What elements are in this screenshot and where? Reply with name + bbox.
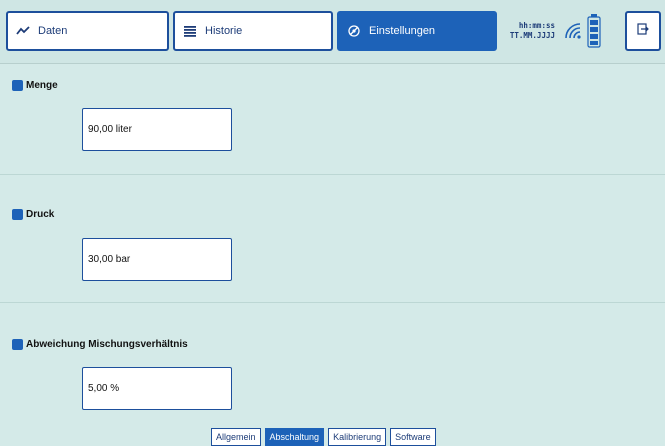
druck-label: Druck: [26, 209, 55, 220]
section-marker-icon: [12, 80, 23, 91]
battery-icon: [587, 14, 601, 48]
abweichung-section-label: Abweichung Mischungsverhältnis: [12, 339, 188, 350]
divider: [0, 302, 665, 303]
divider: [0, 174, 665, 175]
time-placeholder: hh:mm:ss: [518, 21, 555, 30]
settings-subtabs: Allgemein Abschaltung Kalibrierung Softw…: [211, 428, 436, 446]
section-marker-icon: [12, 339, 23, 350]
tab-historie[interactable]: Historie: [173, 11, 333, 51]
druck-value: 30,00 bar: [88, 254, 131, 265]
trend-icon: [16, 24, 30, 38]
settings-icon: [347, 24, 361, 38]
section-marker-icon: [12, 209, 23, 220]
abweichung-label: Abweichung Mischungsverhältnis: [26, 339, 188, 350]
druck-input[interactable]: 30,00 bar: [82, 238, 232, 281]
tab-historie-label: Historie: [205, 25, 243, 37]
menge-value: 90,00 liter: [88, 124, 132, 135]
abweichung-input[interactable]: 5,00 %: [82, 367, 232, 410]
date-placeholder: TT.MM.JJJJ: [509, 31, 555, 40]
subtab-allgemein[interactable]: Allgemein: [211, 428, 261, 446]
abweichung-value: 5,00 %: [88, 383, 120, 394]
top-bar: Daten Historie Einstellungen hh:mm:ss TT…: [0, 0, 665, 64]
tab-daten-label: Daten: [38, 25, 68, 37]
menge-label: Menge: [26, 80, 58, 91]
druck-section-label: Druck: [12, 209, 54, 220]
subtab-kalibrierung[interactable]: Kalibrierung: [328, 428, 387, 446]
subtab-abschaltung[interactable]: Abschaltung: [264, 428, 325, 446]
menge-section-label: Menge: [12, 80, 58, 91]
exit-button[interactable]: [625, 11, 661, 51]
status-area: hh:mm:ss TT.MM.JJJJ: [503, 11, 623, 51]
datetime-display: hh:mm:ss TT.MM.JJJJ: [503, 21, 555, 41]
tab-einstellungen-label: Einstellungen: [369, 25, 436, 37]
exit-icon: [637, 22, 649, 40]
tab-daten[interactable]: Daten: [6, 11, 169, 51]
subtab-software[interactable]: Software: [390, 428, 436, 446]
list-icon: [183, 24, 197, 38]
app-frame: Daten Historie Einstellungen hh:mm:ss TT…: [0, 0, 665, 446]
menge-input[interactable]: 90,00 liter: [82, 108, 232, 151]
wireless-signal-icon: [563, 21, 583, 41]
tab-einstellungen[interactable]: Einstellungen: [337, 11, 497, 51]
